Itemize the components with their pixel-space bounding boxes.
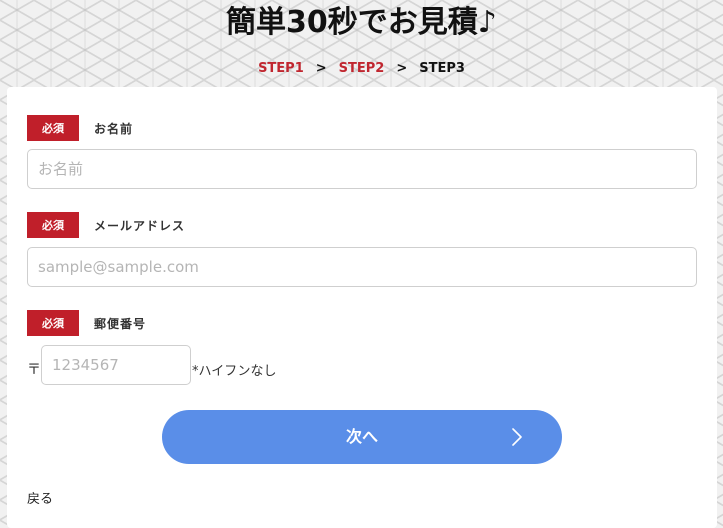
page-title: 簡単30秒でお見積♪ [226,5,497,40]
zip-field-label: 必須 郵便番号 [27,310,146,336]
form-card: 必須 お名前 必須 メールアドレス 必須 郵便番号 〒 *ハイフンなし 次へ 戻… [7,87,717,528]
zip-input[interactable] [41,345,191,385]
name-label: お名前 [94,121,134,136]
required-badge: 必須 [27,115,79,141]
step-2: STEP2 [338,61,385,76]
email-input[interactable] [27,247,697,287]
required-badge: 必須 [27,310,79,336]
zip-hint: *ハイフンなし [192,363,277,379]
name-input[interactable] [27,149,697,189]
back-link[interactable]: 戻る [27,488,53,507]
required-badge: 必須 [27,212,79,238]
next-button[interactable]: 次へ [162,410,562,464]
step-separator: > [315,61,327,76]
step-separator: > [396,61,408,76]
chevron-right-icon [512,428,522,446]
next-button-label: 次へ [345,427,378,446]
zip-row: 〒 *ハイフンなし [27,345,277,385]
step-indicator: STEP1 > STEP2 > STEP3 [0,60,723,78]
name-field-label: 必須 お名前 [27,115,133,141]
email-field-label: 必須 メールアドレス [27,212,185,238]
step-3-current: STEP3 [419,61,465,76]
email-label: メールアドレス [94,218,186,233]
step-1: STEP1 [258,61,304,76]
zip-label: 郵便番号 [94,316,147,331]
postal-mark: 〒 [27,362,41,378]
